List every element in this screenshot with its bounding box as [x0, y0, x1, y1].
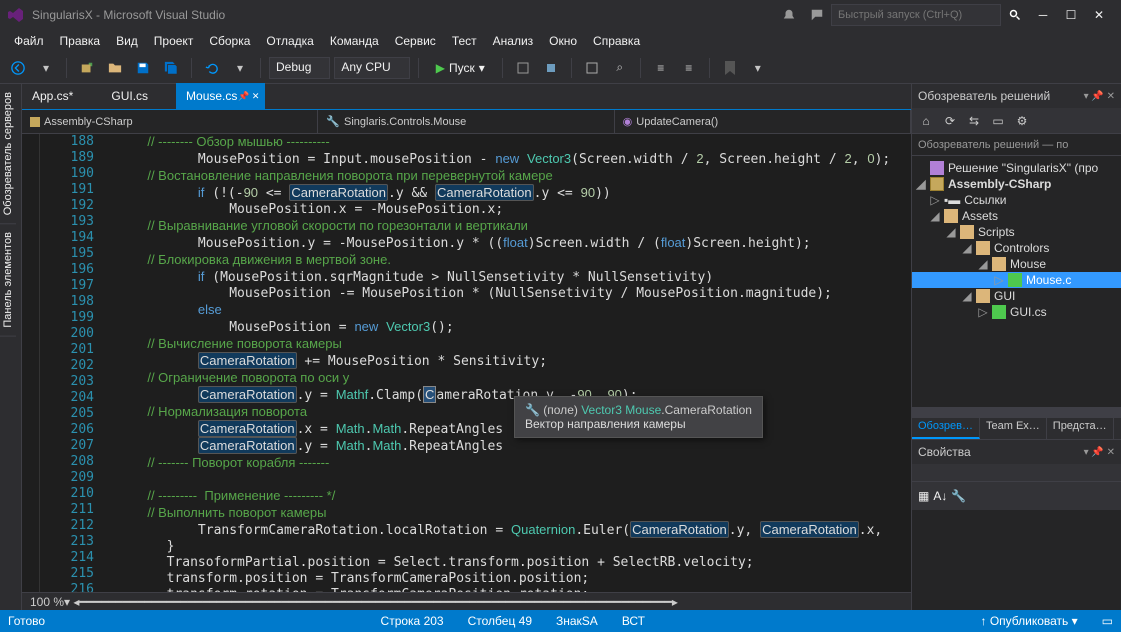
bookmark-icon[interactable]: [718, 56, 742, 80]
solution-toolbar: ⌂ ⟳ ⇆ ▭ ⚙: [912, 108, 1121, 134]
close-button[interactable]: ✕: [1085, 3, 1113, 27]
project-node[interactable]: ◢Assembly-CSharp: [912, 176, 1121, 192]
status-line: Строка 203: [381, 614, 444, 628]
menu-debug[interactable]: Отладка: [258, 32, 321, 50]
vs-logo-icon: [8, 7, 24, 23]
config-dropdown[interactable]: Debug: [269, 57, 330, 79]
ptab-team[interactable]: Team Ex…: [980, 418, 1047, 439]
panel-tabs: Обозрев… Team Ex… Предста…: [912, 417, 1121, 439]
uncomment-icon[interactable]: ≡: [677, 56, 701, 80]
home-icon[interactable]: ⌂: [916, 111, 936, 131]
menu-team[interactable]: Команда: [322, 32, 387, 50]
context-project[interactable]: Assembly-CSharp: [22, 110, 318, 133]
menu-file[interactable]: Файл: [6, 32, 52, 50]
save-icon[interactable]: [131, 56, 155, 80]
refs-node[interactable]: ▷▪▬Ссылки: [912, 192, 1121, 208]
editor-tabs: App.cs* GUI.cs Mouse.cs: [22, 84, 911, 110]
nav-back-button[interactable]: [6, 56, 30, 80]
properties-header: Свойства▾ 📌 ✕: [912, 440, 1121, 464]
tab-mouse[interactable]: Mouse.cs: [176, 83, 265, 109]
context-type[interactable]: 🔧Singlaris.Controls.Mouse: [318, 110, 614, 133]
quick-launch-input[interactable]: [831, 4, 1001, 26]
gui-folder-node[interactable]: ◢GUI: [912, 288, 1121, 304]
status-col: Столбец 49: [468, 614, 532, 628]
menubar: Файл Правка Вид Проект Сборка Отладка Ко…: [0, 30, 1121, 52]
menu-analyze[interactable]: Анализ: [485, 32, 542, 50]
status-publish[interactable]: ↑ Опубликовать ▾: [980, 614, 1077, 628]
status-flag-icon[interactable]: ▭: [1102, 614, 1113, 628]
solution-root[interactable]: Решение "SingularisX" (про: [912, 160, 1121, 176]
context-bar: Assembly-CSharp 🔧Singlaris.Controls.Mous…: [22, 110, 911, 134]
assets-node[interactable]: ◢Assets: [912, 208, 1121, 224]
status-char: ЗнакSA: [556, 614, 598, 628]
left-tool-rail: Обозреватель серверов Панель элементов: [0, 84, 22, 610]
ptab-view[interactable]: Предста…: [1047, 418, 1114, 439]
tab-app[interactable]: App.cs*: [22, 83, 101, 109]
scripts-node[interactable]: ◢Scripts: [912, 224, 1121, 240]
collapse-icon[interactable]: ▭: [988, 111, 1008, 131]
ptab-explorer[interactable]: Обозрев…: [912, 418, 980, 439]
platform-dropdown[interactable]: Any CPU: [334, 57, 409, 79]
feedback-icon[interactable]: [805, 3, 829, 27]
menu-tools[interactable]: Сервис: [387, 32, 444, 50]
code-editor[interactable]: 188 189 190 191 192 193 194 195 196 197 …: [22, 134, 911, 592]
redo-icon[interactable]: ▾: [228, 56, 252, 80]
nav-fwd-button[interactable]: ▾: [34, 56, 58, 80]
step-icon[interactable]: [511, 56, 535, 80]
menu-help[interactable]: Справка: [585, 32, 648, 50]
toolbox-tab[interactable]: Панель элементов: [0, 224, 16, 337]
undo-icon[interactable]: [200, 56, 224, 80]
titlebar: SingularisX - Microsoft Visual Studio ─ …: [0, 0, 1121, 30]
prop-wrench-icon[interactable]: 🔧: [951, 489, 966, 503]
status-ready: Готово: [8, 614, 45, 628]
notifications-icon[interactable]: [777, 3, 801, 27]
refresh-icon[interactable]: ⟳: [940, 111, 960, 131]
find-icon[interactable]: ⌕: [608, 56, 632, 80]
status-ins: ВСТ: [622, 614, 645, 628]
comment-icon[interactable]: ≡: [649, 56, 673, 80]
mouse-folder-node[interactable]: ◢Mouse: [912, 256, 1121, 272]
maximize-button[interactable]: ☐: [1057, 3, 1085, 27]
gui-file-node[interactable]: ▷GUI.cs: [912, 304, 1121, 320]
menu-edit[interactable]: Правка: [52, 32, 109, 50]
menu-build[interactable]: Сборка: [201, 32, 258, 50]
tab-gui[interactable]: GUI.cs: [101, 83, 176, 109]
menu-project[interactable]: Проект: [146, 32, 202, 50]
sync-icon[interactable]: ⇆: [964, 111, 984, 131]
properties-icon[interactable]: ⚙: [1012, 111, 1032, 131]
controlors-node[interactable]: ◢Controlors: [912, 240, 1121, 256]
context-member[interactable]: ◉UpdateCamera(): [615, 110, 911, 133]
new-project-icon[interactable]: [75, 56, 99, 80]
browser-icon[interactable]: [580, 56, 604, 80]
toolbar: ▾ ▾ Debug Any CPU ▶Пуск▾ ⌕ ≡ ≡ ▾: [0, 52, 1121, 84]
server-explorer-tab[interactable]: Обозреватель серверов: [0, 84, 16, 224]
solution-explorer-header: Обозреватель решений▾ 📌 ✕: [912, 84, 1121, 108]
menu-test[interactable]: Тест: [444, 32, 485, 50]
open-file-icon[interactable]: [103, 56, 127, 80]
start-button[interactable]: ▶Пуск▾: [427, 58, 494, 78]
solution-search[interactable]: Обозреватель решений — по: [912, 134, 1121, 156]
menu-window[interactable]: Окно: [541, 32, 585, 50]
prop-alpha-icon[interactable]: A↓: [933, 489, 947, 503]
mouse-file-node[interactable]: ▷Mouse.c: [912, 272, 1121, 288]
bookmark2-icon[interactable]: ▾: [746, 56, 770, 80]
solution-tree[interactable]: Решение "SingularisX" (про ◢Assembly-CSh…: [912, 156, 1121, 407]
minimize-button[interactable]: ─: [1029, 3, 1057, 27]
save-all-icon[interactable]: [159, 56, 183, 80]
menu-view[interactable]: Вид: [108, 32, 146, 50]
statusbar: Готово Строка 203 Столбец 49 ЗнакSA ВСТ …: [0, 610, 1121, 632]
proc-icon[interactable]: [539, 56, 563, 80]
window-title: SingularisX - Microsoft Visual Studio: [32, 8, 225, 22]
search-icon[interactable]: [1003, 3, 1027, 27]
intellisense-tooltip: 🔧 (поле) Vector3 Mouse.CameraRotation Ве…: [514, 396, 763, 438]
properties-toolbar: ▦ A↓ 🔧: [912, 482, 1121, 510]
prop-cat-icon[interactable]: ▦: [918, 489, 929, 503]
zoom-bar[interactable]: 100 % ▾ ◂━━━━━━━━━━━━━━━━━━━━━━━━━━━━━━━…: [22, 592, 911, 610]
